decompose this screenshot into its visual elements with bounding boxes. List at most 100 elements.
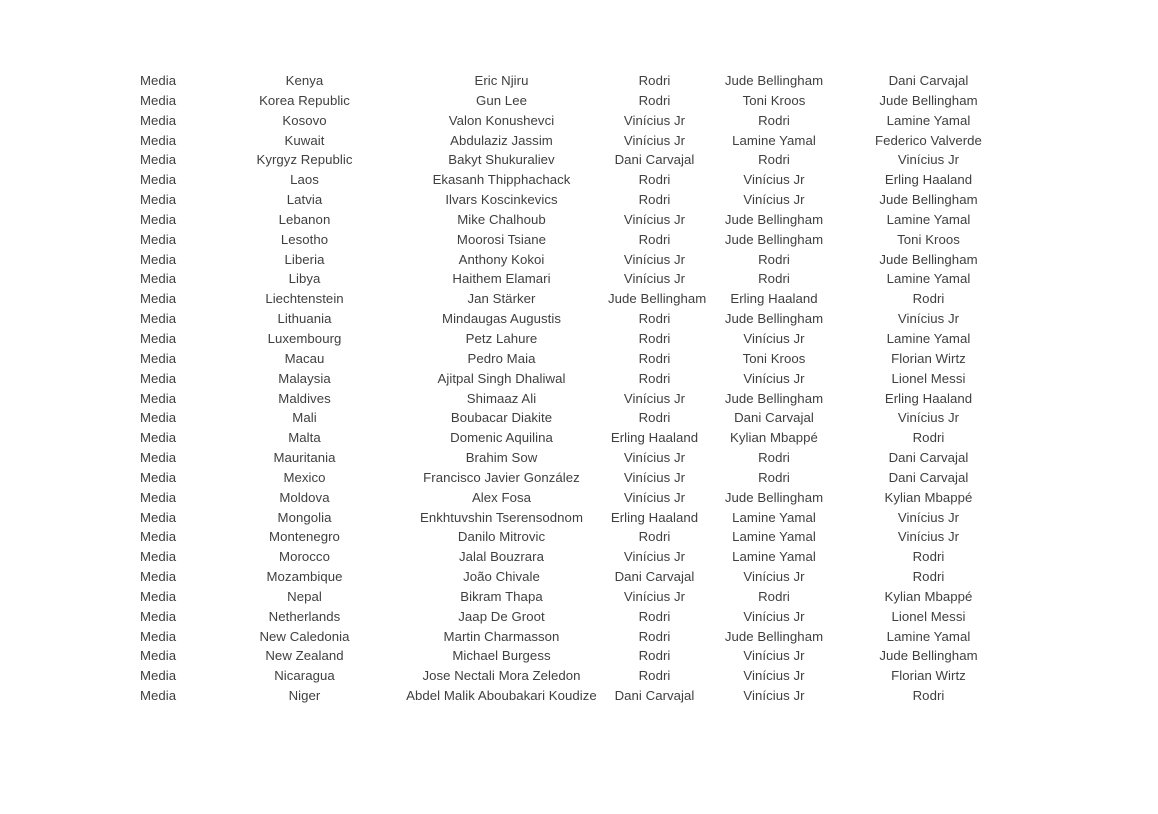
- cell-third-choice: Jude Bellingham: [879, 251, 978, 267]
- cell-voter-name: Brahim Sow: [465, 450, 538, 466]
- cell-first-choice: Dani Carvajal: [614, 569, 695, 585]
- cell-country: Morocco: [279, 549, 330, 565]
- cell-country: New Zealand: [265, 648, 344, 664]
- cell-country: Kenya: [285, 73, 324, 88]
- cell-country: Lesotho: [280, 231, 329, 247]
- cell-country: Kyrgyz Republic: [256, 152, 353, 168]
- cell-country: Mali: [292, 410, 317, 426]
- cell-second-choice: Jude Bellingham: [724, 73, 824, 88]
- table-row: Media Morocco Jalal Bouzrara Vinícius Jr Lam…: [140, 547, 1010, 567]
- cell-country: Nicaragua: [274, 668, 335, 684]
- cell-third-choice: Jude Bellingham: [879, 92, 978, 108]
- table-row: Media Nepal Bikram Thapa Vinícius Jr Rodri Ky…: [140, 587, 1010, 607]
- table-row: Media Mexico Francisco Javier González Viní…: [140, 468, 1010, 488]
- cell-second-choice: Vinícius Jr: [743, 648, 805, 664]
- cell-voter-name: Bakyt Shukuraliev: [448, 152, 555, 168]
- cell-voter-name: Boubacar Diakite: [450, 410, 553, 426]
- cell-country: Mauritania: [273, 450, 336, 466]
- cell-country: Liberia: [284, 251, 325, 267]
- cell-first-choice: Dani Carvajal: [614, 688, 695, 704]
- cell-first-choice: Vinícius Jr: [623, 211, 686, 227]
- cell-second-choice: Vinícius Jr: [743, 688, 805, 704]
- cell-third-choice: Lamine Yamal: [886, 211, 971, 227]
- document-page: Media Kenya Eric Njiru Rodri Jude Bellingham…: [0, 0, 1158, 814]
- cell-first-choice: Rodri: [638, 648, 671, 664]
- cell-country: Montenegro: [269, 529, 340, 545]
- cell-voter-type: Media: [140, 529, 177, 545]
- cell-voter-type: Media: [140, 489, 177, 505]
- cell-voter-type: Media: [140, 509, 177, 525]
- cell-voter-type: Media: [140, 73, 177, 88]
- cell-voter-name: Pedro Maia: [467, 350, 536, 366]
- cell-voter-type: Media: [140, 469, 177, 485]
- cell-third-choice: Florian Wirtz: [891, 350, 966, 366]
- cell-voter-type: Media: [140, 271, 177, 287]
- cell-voter-type: Media: [140, 608, 177, 624]
- cell-voter-name: Alex Fosa: [471, 489, 532, 505]
- cell-voter-type: Media: [140, 192, 177, 208]
- cell-third-choice: Lamine Yamal: [886, 271, 971, 287]
- cell-first-choice: Rodri: [638, 608, 671, 624]
- table-row: Media Macau Pedro Maia Rodri Toni Kroos Flori…: [140, 349, 1010, 369]
- voting-results-table: Media Kenya Eric Njiru Rodri Jude Bellingham…: [140, 71, 1010, 706]
- table-row: Media Malaysia Ajitpal Singh Dhaliwal Rodri…: [140, 369, 1010, 389]
- cell-second-choice: Rodri: [758, 450, 790, 466]
- cell-voter-name: Ilvars Koscinkevics: [445, 192, 558, 208]
- cell-second-choice: Lamine Yamal: [732, 529, 816, 545]
- cell-third-choice: Jude Bellingham: [879, 648, 978, 664]
- cell-voter-type: Media: [140, 291, 177, 307]
- cell-third-choice: Federico Valverde: [875, 132, 982, 148]
- cell-second-choice: Rodri: [758, 152, 790, 168]
- cell-second-choice: Erling Haaland: [730, 291, 818, 307]
- cell-third-choice: Vinícius Jr: [897, 529, 960, 545]
- cell-third-choice: Lamine Yamal: [886, 628, 971, 644]
- cell-first-choice: Vinícius Jr: [623, 390, 686, 406]
- cell-country: Mexico: [283, 469, 326, 485]
- table-row: Media Libya Haithem Elamari Vinícius Jr Rodr…: [140, 269, 1010, 289]
- table-row: Media Mozambique João Chivale Dani Carvajal…: [140, 567, 1010, 587]
- table-row: Media Malta Domenic Aquilina Erling Haaland…: [140, 428, 1010, 448]
- cell-country: Laos: [290, 172, 319, 188]
- cell-voter-name: Eric Njiru: [474, 73, 529, 88]
- cell-voter-type: Media: [140, 132, 177, 148]
- cell-second-choice: Lamine Yamal: [732, 509, 816, 525]
- cell-first-choice: Jude Bellingham: [608, 291, 707, 307]
- cell-third-choice: Kylian Mbappé: [884, 489, 973, 505]
- cell-third-choice: Jude Bellingham: [879, 192, 978, 208]
- cell-country: Malta: [288, 430, 321, 446]
- cell-voter-type: Media: [140, 92, 177, 108]
- cell-third-choice: Lionel Messi: [891, 608, 966, 624]
- table-row: Media Luxembourg Petz Lahure Rodri Vinícius …: [140, 329, 1010, 349]
- cell-country: Malaysia: [278, 370, 331, 386]
- cell-third-choice: Vinícius Jr: [897, 152, 960, 168]
- table-row: Media Kosovo Valon Konushevci Vinícius Jr Ro…: [140, 111, 1010, 131]
- table-row: Media Mongolia Enkhtuvshin Tserensodnom Erl…: [140, 508, 1010, 528]
- cell-voter-name: Abdel Malik Aboubakari Koudize: [406, 688, 597, 704]
- cell-first-choice: Vinícius Jr: [623, 450, 686, 466]
- cell-voter-name: Jalal Bouzrara: [459, 549, 544, 565]
- table-row: Media Kenya Eric Njiru Rodri Jude Bellingham…: [140, 71, 1010, 91]
- cell-country: Mongolia: [277, 509, 332, 525]
- table-row: Media Netherlands Jaap De Groot Rodri Viníci…: [140, 607, 1010, 627]
- cell-voter-type: Media: [140, 430, 177, 446]
- cell-voter-name: Domenic Aquilina: [450, 430, 553, 446]
- table-row: Media Kuwait Abdulaziz Jassim Vinícius Jr La…: [140, 131, 1010, 151]
- cell-voter-name: João Chivale: [463, 569, 540, 585]
- cell-voter-name: Valon Konushevci: [448, 112, 555, 128]
- cell-second-choice: Vinícius Jr: [743, 192, 805, 208]
- cell-first-choice: Vinícius Jr: [623, 112, 686, 128]
- cell-voter-name: Michael Burgess: [452, 648, 551, 664]
- table-row: Media Maldives Shimaaz Ali Vinícius Jr Jude …: [140, 389, 1010, 409]
- table-row: Media Lesotho Moorosi Tsiane Rodri Jude Bell…: [140, 230, 1010, 250]
- cell-first-choice: Vinícius Jr: [623, 489, 686, 505]
- cell-voter-name: Haithem Elamari: [452, 271, 551, 287]
- cell-voter-type: Media: [140, 152, 177, 168]
- cell-second-choice: Vinícius Jr: [743, 370, 805, 386]
- cell-voter-name: Petz Lahure: [465, 330, 538, 346]
- cell-voter-type: Media: [140, 112, 177, 128]
- cell-third-choice: Rodri: [912, 549, 945, 565]
- cell-country: Maldives: [278, 390, 331, 406]
- cell-voter-type: Media: [140, 350, 177, 366]
- cell-country: New Caledonia: [259, 628, 350, 644]
- table-row: Media Laos Ekasanh Thipphachack Rodri Viníci…: [140, 170, 1010, 190]
